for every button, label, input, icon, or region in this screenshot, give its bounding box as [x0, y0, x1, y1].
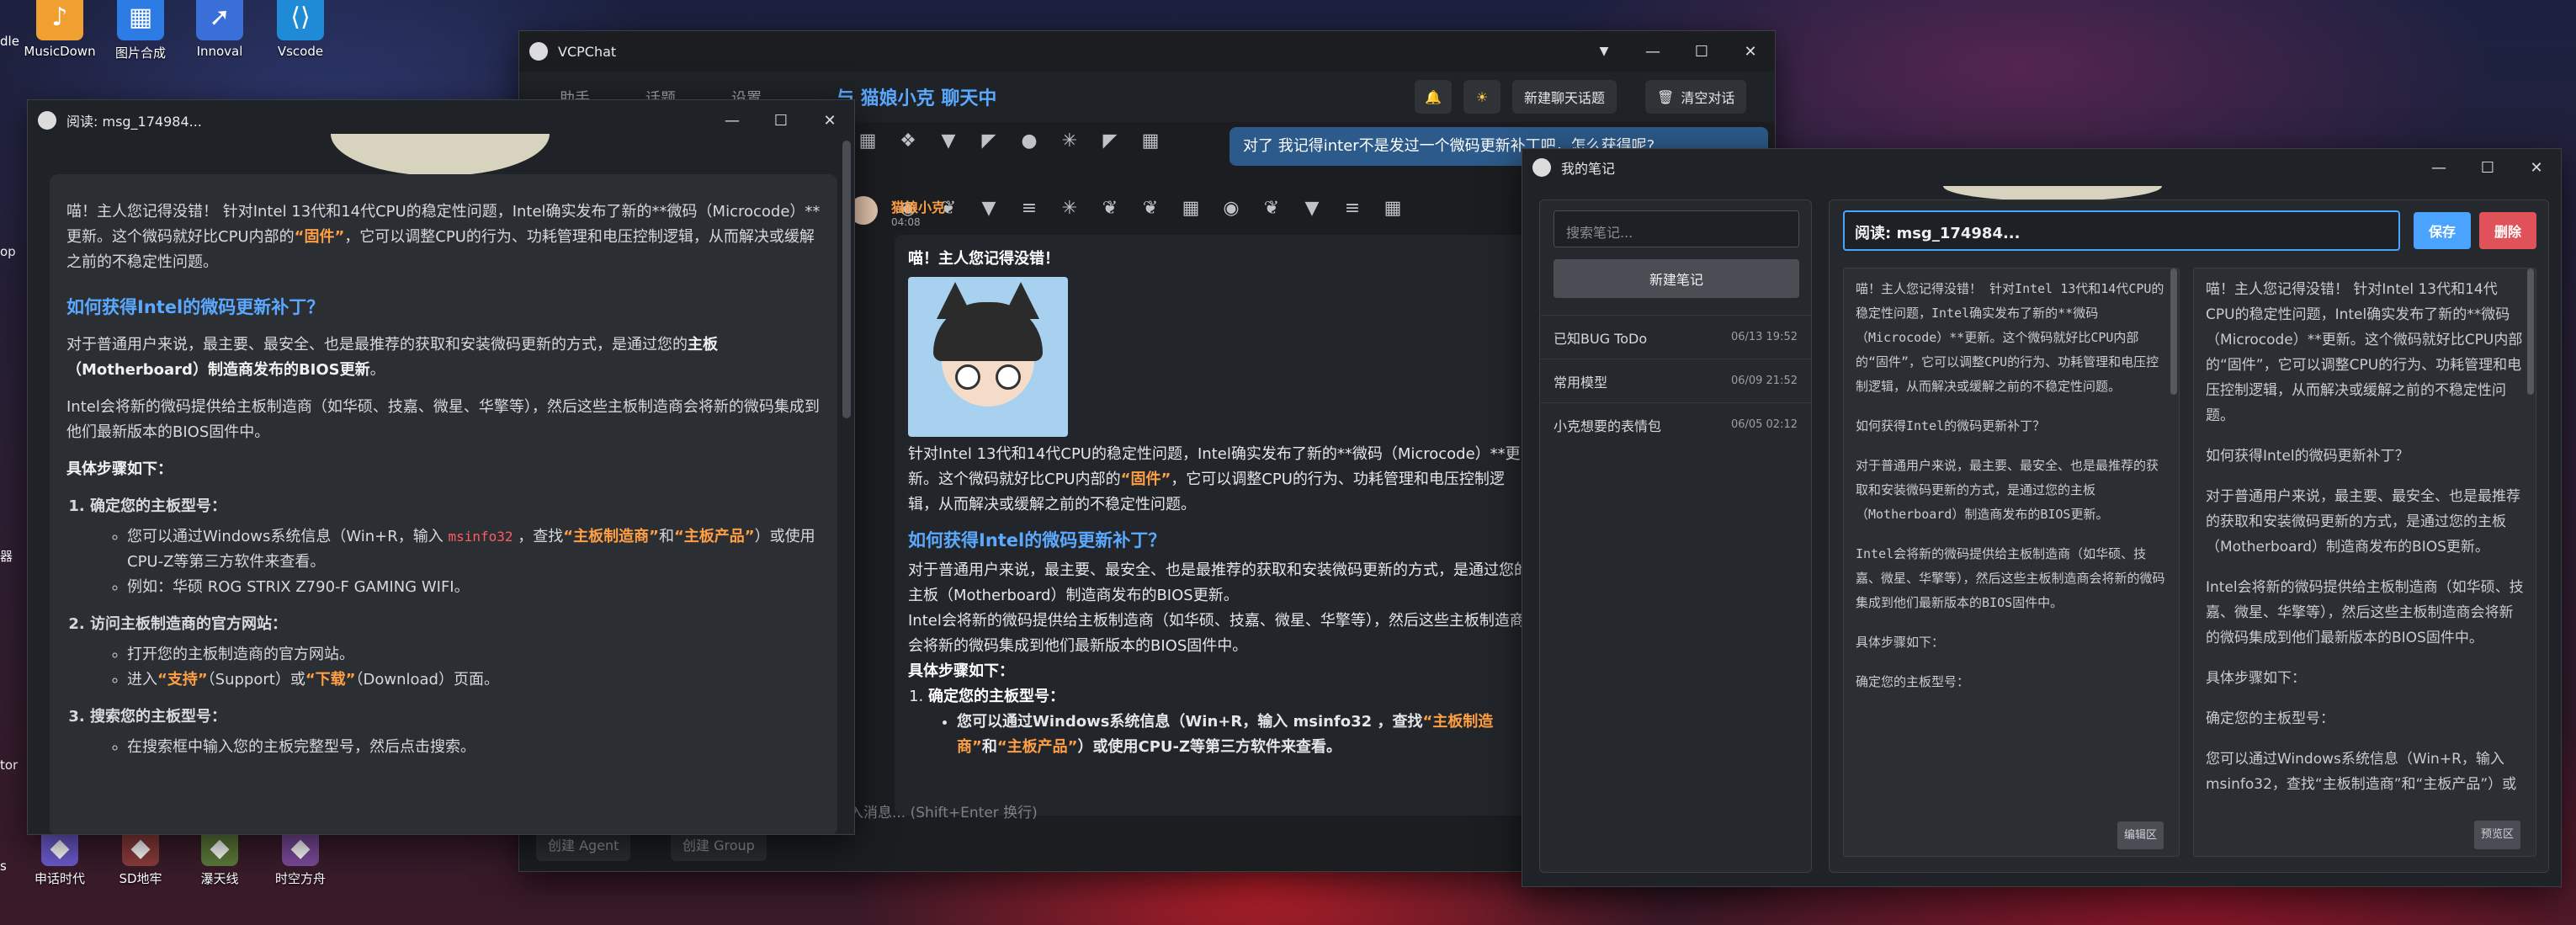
desktop-icon-innoval[interactable]: ➚ Innoval [173, 0, 266, 59]
desktop-icon-game-4[interactable]: ◆ 时空方舟 [254, 829, 347, 887]
app-icon [38, 111, 56, 130]
edit-pane[interactable]: 喵！主人您记得没错！ 针对Intel 13代和14代CPU的稳定性问题，Inte… [1843, 268, 2180, 857]
edge-label: s [0, 859, 7, 874]
reply-greeting: 喵！主人您记得没错！ [908, 250, 1060, 268]
sender-name: 猫娘小克 [891, 199, 946, 215]
innoval-app-icon: ➚ [196, 0, 243, 40]
pattern-icon: ▼ [941, 130, 956, 152]
reader-content: 喵！主人您记得没错！ 针对Intel 13代和14代CPU的稳定性问题，Inte… [50, 174, 837, 834]
edge-label: tor [0, 758, 19, 773]
minimize-button[interactable]: — [1628, 31, 1677, 72]
cat-sticker-image [908, 277, 1068, 437]
note-title-input[interactable]: 阅读: msg_174984... [1843, 210, 2400, 251]
maximize-button[interactable]: ☐ [1677, 31, 1726, 72]
section-heading: 如何获得Intel的微码更新补丁？ [66, 297, 325, 317]
chat-header-title: 与 猫娘小克 聊天中 [836, 88, 997, 109]
reply-heading: 如何获得Intel的微码更新补丁？ [908, 530, 1166, 550]
preview-pane: 喵！主人您记得没错！ 针对Intel 13代和14代CPU的稳定性问题，Inte… [2193, 268, 2536, 857]
maximize-button[interactable]: ☐ [757, 100, 805, 141]
list-item[interactable]: 常用模型 06/09 21:52 [1540, 359, 1811, 402]
chat-titlebar[interactable]: VCPChat ▼ — ☐ ✕ [519, 31, 1775, 72]
pattern-icon: ◤ [981, 130, 996, 152]
app-icon [1532, 158, 1551, 177]
theme-toggle-icon[interactable]: ☀ [1463, 80, 1500, 114]
minimize-button[interactable]: — [708, 100, 757, 141]
pattern-icon: ✳ [1061, 130, 1078, 152]
pattern-icon: ▼ [1304, 197, 1320, 219]
bell-icon[interactable]: 🔔 [1415, 80, 1452, 114]
pattern-icon: ◉ [1223, 197, 1240, 219]
sticker-strip: ▦ ❖ ▼ ◤ ● ✳ ◤ ▦ [847, 122, 1171, 159]
pattern-icon: ● [1021, 130, 1038, 152]
pattern-icon: ▦ [1384, 197, 1402, 219]
notes-titlebar[interactable]: 我的笔记 — ☐ ✕ [1522, 149, 2561, 186]
desktop-icon-game-1[interactable]: ◆ 申话时代 [13, 829, 106, 887]
notes-window: 我的笔记 — ☐ ✕ 搜索笔记... 新建笔记 已知BUG ToDo 06/13 … [1522, 148, 2562, 887]
window-title: 我的笔记 [1561, 161, 1616, 177]
pattern-icon: ✳ [1061, 197, 1078, 219]
desktop-icon-game-3[interactable]: ◆ 瀑天线 [173, 829, 266, 887]
desktop-icon-vscode[interactable]: ⟨⟩ Vscode [254, 0, 347, 59]
decorative-image [331, 134, 550, 176]
new-topic-button[interactable]: 新建聊天话题 [1512, 80, 1617, 114]
minimize-button[interactable]: — [2414, 149, 2463, 188]
pattern-icon: ❦ [1263, 197, 1280, 219]
new-note-button[interactable]: 新建笔记 [1554, 259, 1799, 298]
search-input[interactable]: 搜索笔记... [1554, 210, 1799, 247]
app-icon [529, 42, 548, 61]
close-button[interactable]: ✕ [805, 100, 854, 141]
assistant-message: 喵！主人您记得没错！ 针对Intel 13代和14代CPU的稳定性问题，Inte… [895, 235, 1543, 816]
close-button[interactable]: ✕ [1726, 31, 1775, 72]
maximize-button[interactable]: ☐ [2463, 149, 2512, 188]
pattern-icon: ❖ [900, 130, 916, 152]
notes-list: 已知BUG ToDo 06/13 19:52 常用模型 06/09 21:52 小克… [1540, 315, 1811, 446]
message-time: 04:08 [891, 216, 921, 228]
pattern-icon: ❦ [1142, 197, 1159, 219]
scrollbar[interactable] [2170, 268, 2177, 395]
dropdown-icon[interactable]: ▼ [1580, 31, 1628, 72]
clear-chat-button[interactable]: 🗑 清空对话 [1645, 80, 1747, 114]
music-app-icon: ♪ [36, 0, 83, 40]
preview-area-badge: 预览区 [2473, 821, 2520, 849]
delete-button[interactable]: 删除 [2479, 212, 2536, 249]
list-item[interactable]: 已知BUG ToDo 06/13 19:52 [1540, 315, 1811, 359]
pattern-icon: ▦ [1141, 130, 1160, 152]
edit-area-badge: 编辑区 [2117, 821, 2164, 849]
pattern-icon: ◤ [1102, 130, 1118, 152]
pattern-icon: ▦ [1182, 197, 1200, 219]
desktop-icon-musicdown[interactable]: ♪ MusicDown [13, 0, 106, 59]
reader-window: 阅读: msg_174984... — ☐ ✕ 喵！主人您记得没错！ 针对Int… [27, 99, 855, 835]
edge-label: op [0, 244, 16, 259]
vscode-icon: ⟨⟩ [277, 0, 324, 40]
close-button[interactable]: ✕ [2512, 149, 2561, 188]
scrollbar[interactable] [842, 141, 851, 418]
edge-label: 器 [0, 549, 13, 564]
pattern-icon: ❦ [1102, 197, 1118, 219]
image-compose-icon: ▦ [117, 0, 164, 40]
pattern-icon: ≡ [1021, 197, 1038, 219]
trash-icon: 🗑 [1657, 88, 1675, 105]
note-editor: 阅读: msg_174984... 保存 删除 喵！主人您记得没错！ 针对Int… [1829, 199, 2549, 873]
pattern-icon: ≡ [1344, 197, 1361, 219]
window-title: VCPChat [558, 43, 617, 60]
notes-sidebar: 搜索笔记... 新建笔记 已知BUG ToDo 06/13 19:52 常用模型 0… [1539, 199, 1812, 873]
edge-label: dle [0, 34, 19, 49]
window-title: 阅读: msg_174984... [66, 114, 202, 130]
save-button[interactable]: 保存 [2414, 212, 2471, 249]
list-item[interactable]: 小克想要的表情包 06/05 02:12 [1540, 402, 1811, 446]
pattern-icon: ▼ [981, 197, 996, 219]
scrollbar[interactable] [2527, 268, 2534, 395]
